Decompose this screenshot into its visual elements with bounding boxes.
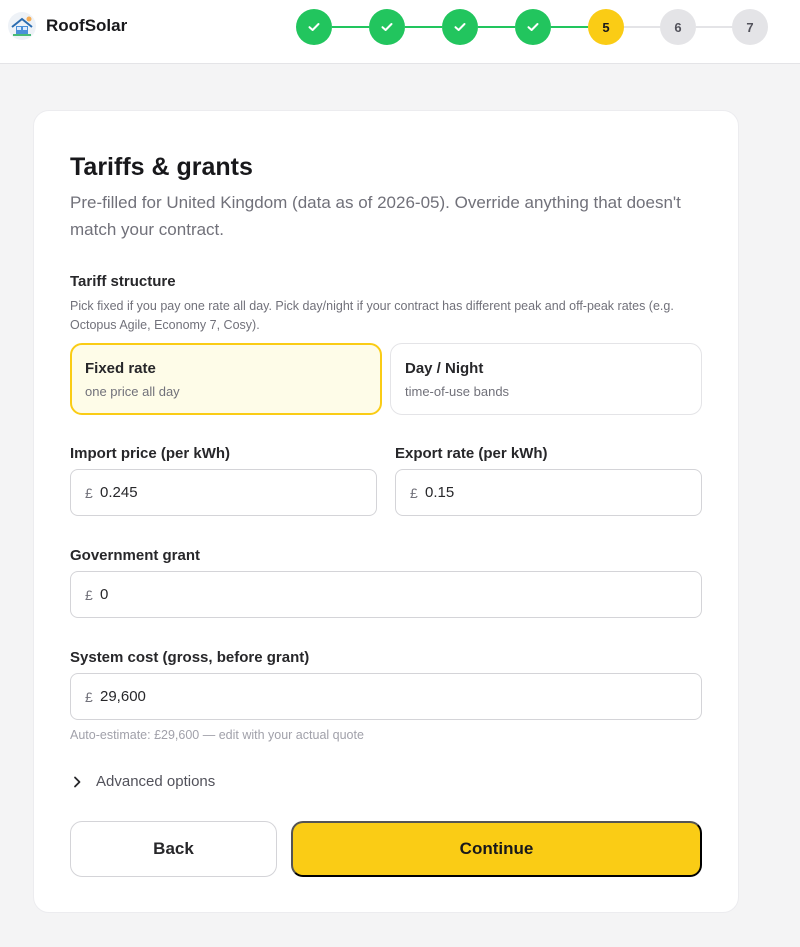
step-3[interactable]	[442, 9, 478, 45]
advanced-options-toggle[interactable]: Advanced options	[70, 773, 215, 790]
step-4[interactable]	[515, 9, 551, 45]
government-grant-input[interactable]: £ 0	[70, 571, 702, 618]
page-subtitle: Pre-filled for United Kingdom (data as o…	[70, 193, 681, 239]
tariffs-card: Tariffs & grants Pre-filled for United K…	[33, 110, 739, 913]
government-grant-label: Government grant	[70, 547, 201, 564]
progress-stepper: 5 6 7	[296, 9, 768, 45]
currency-symbol: £	[85, 688, 93, 705]
import-price-label: Import price (per kWh)	[70, 445, 231, 462]
check-icon	[527, 23, 539, 31]
step-connector	[478, 26, 515, 28]
continue-button[interactable]: Continue	[291, 821, 702, 877]
government-grant-value: 0	[100, 586, 109, 603]
step-7: 7	[732, 9, 768, 45]
currency-symbol: £	[85, 484, 93, 501]
check-icon	[308, 23, 320, 31]
brand[interactable]: RoofSolar	[8, 12, 127, 40]
option-subtitle: one price all day	[85, 384, 180, 399]
tariff-option-fixed-rate[interactable]: Fixed rate one price all day	[70, 343, 382, 415]
tariff-option-day-night[interactable]: Day / Night time-of-use bands	[390, 343, 702, 415]
step-connector	[624, 26, 661, 28]
house-solar-logo-icon	[8, 12, 36, 40]
tariff-structure-label: Tariff structure	[70, 273, 176, 290]
step-connector	[551, 26, 588, 28]
import-price-value: 0.245	[100, 484, 138, 501]
export-rate-value: 0.15	[425, 484, 455, 501]
check-icon	[454, 23, 466, 31]
step-6: 6	[660, 9, 696, 45]
option-title: Day / Night	[405, 360, 484, 377]
system-cost-input[interactable]: £ 29,600	[70, 673, 702, 720]
step-2[interactable]	[369, 9, 405, 45]
app-name: RoofSolar	[46, 16, 128, 35]
chevron-right-icon	[74, 776, 81, 787]
step-connector	[405, 26, 442, 28]
back-button[interactable]: Back	[70, 821, 277, 877]
step-1[interactable]	[296, 9, 332, 45]
system-cost-value: 29,600	[100, 688, 146, 705]
currency-symbol: £	[85, 586, 93, 603]
system-cost-label: System cost (gross, before grant)	[70, 649, 310, 666]
step-5: 5	[588, 9, 624, 45]
export-rate-input[interactable]: £ 0.15	[395, 469, 702, 516]
export-rate-label: Export rate (per kWh)	[395, 445, 548, 462]
import-price-input[interactable]: £ 0.245	[70, 469, 377, 516]
system-cost-hint: Auto-estimate: £29,600 — edit with your …	[70, 728, 364, 742]
top-bar: RoofSolar 5 6 7	[0, 0, 800, 64]
option-subtitle: time-of-use bands	[405, 384, 510, 399]
advanced-options-label: Advanced options	[96, 773, 216, 790]
check-icon	[381, 23, 393, 31]
currency-symbol: £	[410, 484, 418, 501]
tariff-help-text: Pick fixed if you pay one rate all day. …	[70, 299, 674, 332]
step-connector	[332, 26, 369, 28]
step-connector	[696, 26, 733, 28]
option-title: Fixed rate	[85, 360, 156, 377]
page-title: Tariffs & grants	[70, 153, 253, 181]
